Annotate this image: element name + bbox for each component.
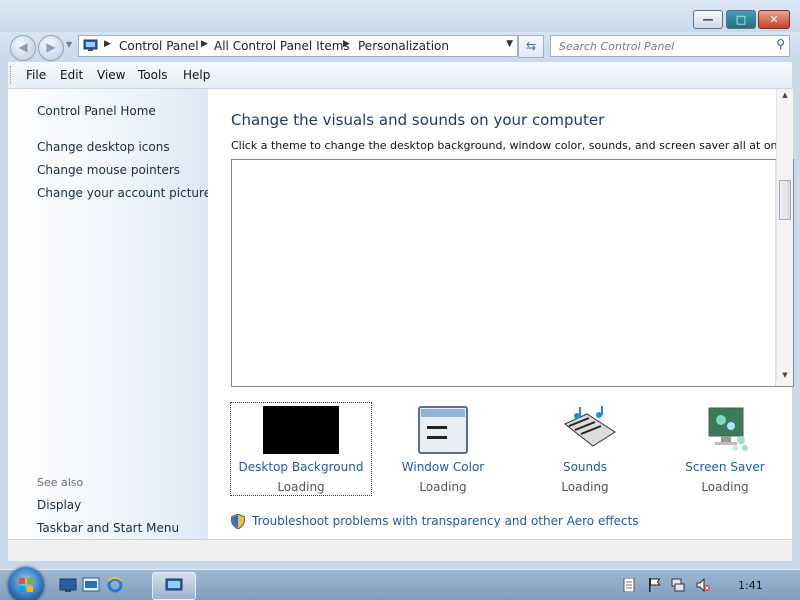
menu-edit[interactable]: Edit xyxy=(60,68,83,82)
screen-saver-status: Loading xyxy=(701,480,749,494)
maximize-icon: □ xyxy=(735,13,747,26)
close-icon: ✕ xyxy=(769,13,779,26)
maximize-button[interactable]: □ xyxy=(726,10,756,29)
close-button[interactable]: ✕ xyxy=(758,10,790,29)
desktop-background-option[interactable]: Desktop Background Loading xyxy=(230,402,372,496)
windows-flag-icon xyxy=(19,578,33,592)
show-desktop-icon[interactable] xyxy=(59,577,77,593)
display-link[interactable]: Display xyxy=(37,498,81,512)
change-desktop-icons-link[interactable]: Change desktop icons xyxy=(37,140,170,154)
back-button[interactable]: ◀ xyxy=(10,35,36,61)
scrollbar-thumb[interactable] xyxy=(779,180,791,220)
recent-pages-dropdown-icon[interactable]: ▼ xyxy=(66,40,72,49)
desktop-background-label[interactable]: Desktop Background xyxy=(231,460,371,474)
network-icon[interactable] xyxy=(671,578,685,592)
scroll-down-icon[interactable]: ▼ xyxy=(777,371,793,379)
window-color-icon xyxy=(418,406,468,454)
change-mouse-pointers-link[interactable]: Change mouse pointers xyxy=(37,163,180,177)
desktop-background-icon xyxy=(263,406,339,454)
minimize-button[interactable]: — xyxy=(693,10,723,29)
menu-file[interactable]: File xyxy=(26,68,46,82)
start-button[interactable] xyxy=(8,567,44,600)
breadcrumb-separator-icon[interactable]: ▶ xyxy=(343,39,350,49)
window-color-status: Loading xyxy=(419,480,467,494)
sounds-icon xyxy=(564,406,616,447)
menu-view[interactable]: View xyxy=(97,68,125,82)
notes-icon[interactable] xyxy=(622,578,636,592)
status-bar xyxy=(8,539,792,562)
ie-icon[interactable] xyxy=(106,577,124,593)
scroll-up-icon[interactable]: ▲ xyxy=(777,91,793,99)
menu-tools[interactable]: Tools xyxy=(138,68,168,82)
search-icon[interactable]: ⚲ xyxy=(776,37,785,51)
breadcrumb-personalization[interactable]: Personalization xyxy=(358,39,449,53)
screen-saver-icon xyxy=(708,407,748,451)
shield-icon xyxy=(231,514,245,529)
back-arrow-icon: ◀ xyxy=(18,40,28,54)
control-panel-taskbar-icon xyxy=(165,578,183,591)
taskbar-clock[interactable]: 1:41 xyxy=(738,579,763,592)
sounds-label[interactable]: Sounds xyxy=(515,460,655,474)
left-navigation-pane: Control Panel Home Change desktop icons … xyxy=(8,89,211,539)
breadcrumb-separator-icon[interactable]: ▶ xyxy=(104,39,111,49)
forward-arrow-icon: ▶ xyxy=(46,40,56,54)
screen-saver-option[interactable]: Screen Saver Loading xyxy=(655,403,795,495)
menu-bar: File Edit View Tools Help xyxy=(8,62,792,89)
title-bar: — □ ✕ xyxy=(0,0,800,32)
search-input[interactable] xyxy=(557,38,761,55)
action-center-flag-icon[interactable] xyxy=(647,578,661,592)
window-color-option[interactable]: Window Color Loading xyxy=(373,403,513,495)
breadcrumb-control-panel[interactable]: Control Panel xyxy=(119,39,199,53)
page-description: Click a theme to change the desktop back… xyxy=(231,139,794,152)
screen-saver-label[interactable]: Screen Saver xyxy=(655,460,795,474)
theme-list[interactable]: ▲ ▼ xyxy=(231,159,794,387)
taskbar-start-menu-link[interactable]: Taskbar and Start Menu xyxy=(37,521,179,535)
control-panel-taskbar-button[interactable] xyxy=(152,572,196,600)
window-color-label[interactable]: Window Color xyxy=(373,460,513,474)
control-panel-icon xyxy=(83,39,98,51)
main-content: Change the visuals and sounds on your co… xyxy=(208,89,795,539)
sounds-option[interactable]: Sounds Loading xyxy=(515,403,655,495)
change-account-picture-link[interactable]: Change your account picture xyxy=(37,186,211,200)
breadcrumb-all-items[interactable]: All Control Panel Items xyxy=(214,39,350,53)
window-frame-bottom xyxy=(0,561,800,569)
forward-button[interactable]: ▶ xyxy=(38,35,64,61)
volume-muted-icon[interactable] xyxy=(696,578,710,592)
breadcrumb-separator-icon[interactable]: ▶ xyxy=(201,39,208,49)
troubleshoot-aero-link[interactable]: Troubleshoot problems with transparency … xyxy=(252,514,639,528)
taskbar: 1:41 xyxy=(0,567,800,600)
content-pane-scrollbar[interactable]: ▲ ▼ xyxy=(776,89,793,381)
refresh-icon: ⇆ xyxy=(525,39,537,53)
desktop-background-status: Loading xyxy=(277,480,325,494)
page-title: Change the visuals and sounds on your co… xyxy=(231,111,605,129)
address-bar[interactable]: ▶ Control Panel ▶ All Control Panel Item… xyxy=(78,35,518,57)
control-panel-home-link[interactable]: Control Panel Home xyxy=(37,104,156,118)
sounds-status: Loading xyxy=(561,480,609,494)
minimize-icon: — xyxy=(702,13,714,26)
refresh-button[interactable]: ⇆ xyxy=(518,35,544,58)
menu-help[interactable]: Help xyxy=(183,68,210,82)
see-also-heading: See also xyxy=(37,476,84,489)
address-dropdown-icon[interactable]: ▼ xyxy=(506,39,513,49)
explorer-icon[interactable] xyxy=(82,577,100,593)
menu-grip xyxy=(10,66,14,84)
search-box[interactable]: ⚲ xyxy=(550,35,790,57)
